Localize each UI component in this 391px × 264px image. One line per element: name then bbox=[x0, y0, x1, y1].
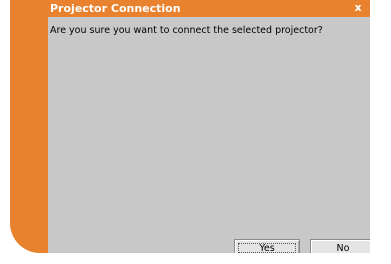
dialog-window: Projector Connection x Are you sure you … bbox=[0, 0, 391, 264]
no-button[interactable]: No bbox=[310, 239, 370, 253]
no-button-label: No bbox=[336, 243, 350, 253]
close-icon[interactable]: x bbox=[351, 1, 365, 15]
dialog-title: Projector Connection bbox=[50, 2, 181, 15]
yes-button[interactable]: Yes bbox=[234, 239, 300, 253]
confirmation-message: Are you sure you want to connect the sel… bbox=[50, 25, 323, 36]
focus-indicator bbox=[238, 243, 296, 253]
title-bar[interactable]: Projector Connection x bbox=[10, 0, 370, 17]
dialog-body: Are you sure you want to connect the sel… bbox=[48, 17, 370, 253]
dialog-frame: Projector Connection x Are you sure you … bbox=[10, 0, 370, 253]
